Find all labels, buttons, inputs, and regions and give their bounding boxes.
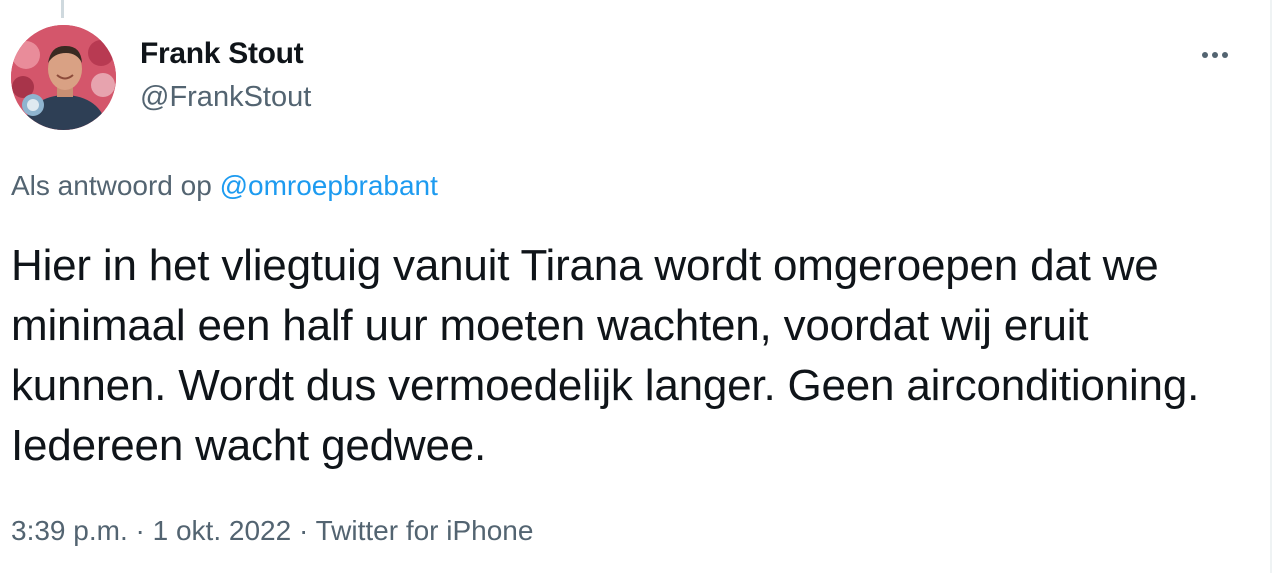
tweet-time[interactable]: 3:39 p.m. — [11, 515, 128, 546]
meta-separator: · — [127, 515, 153, 546]
reply-context: Als antwoord op @omroepbrabant — [11, 168, 438, 204]
more-options-button[interactable] — [1194, 38, 1236, 72]
author-display-name[interactable]: Frank Stout — [140, 34, 311, 74]
tweet-date[interactable]: 1 okt. 2022 — [153, 515, 292, 546]
reply-context-prefix: Als antwoord op — [11, 170, 220, 201]
meta-separator: · — [291, 515, 316, 546]
avatar-photo — [11, 25, 116, 130]
more-horizontal-icon — [1202, 52, 1228, 58]
reply-mention-link[interactable]: @omroepbrabant — [220, 170, 438, 201]
tweet-text: Hier in het vliegtuig vanuit Tirana word… — [11, 241, 1200, 470]
thread-connector-line — [61, 0, 64, 18]
author-handle[interactable]: @FrankStout — [140, 77, 311, 117]
avatar[interactable] — [11, 25, 116, 130]
column-border — [1270, 0, 1272, 573]
tweet-metadata: 3:39 p.m. · 1 okt. 2022 · Twitter for iP… — [11, 512, 533, 550]
tweet-source[interactable]: Twitter for iPhone — [316, 515, 534, 546]
tweet-author: Frank Stout @FrankStout — [140, 34, 311, 117]
